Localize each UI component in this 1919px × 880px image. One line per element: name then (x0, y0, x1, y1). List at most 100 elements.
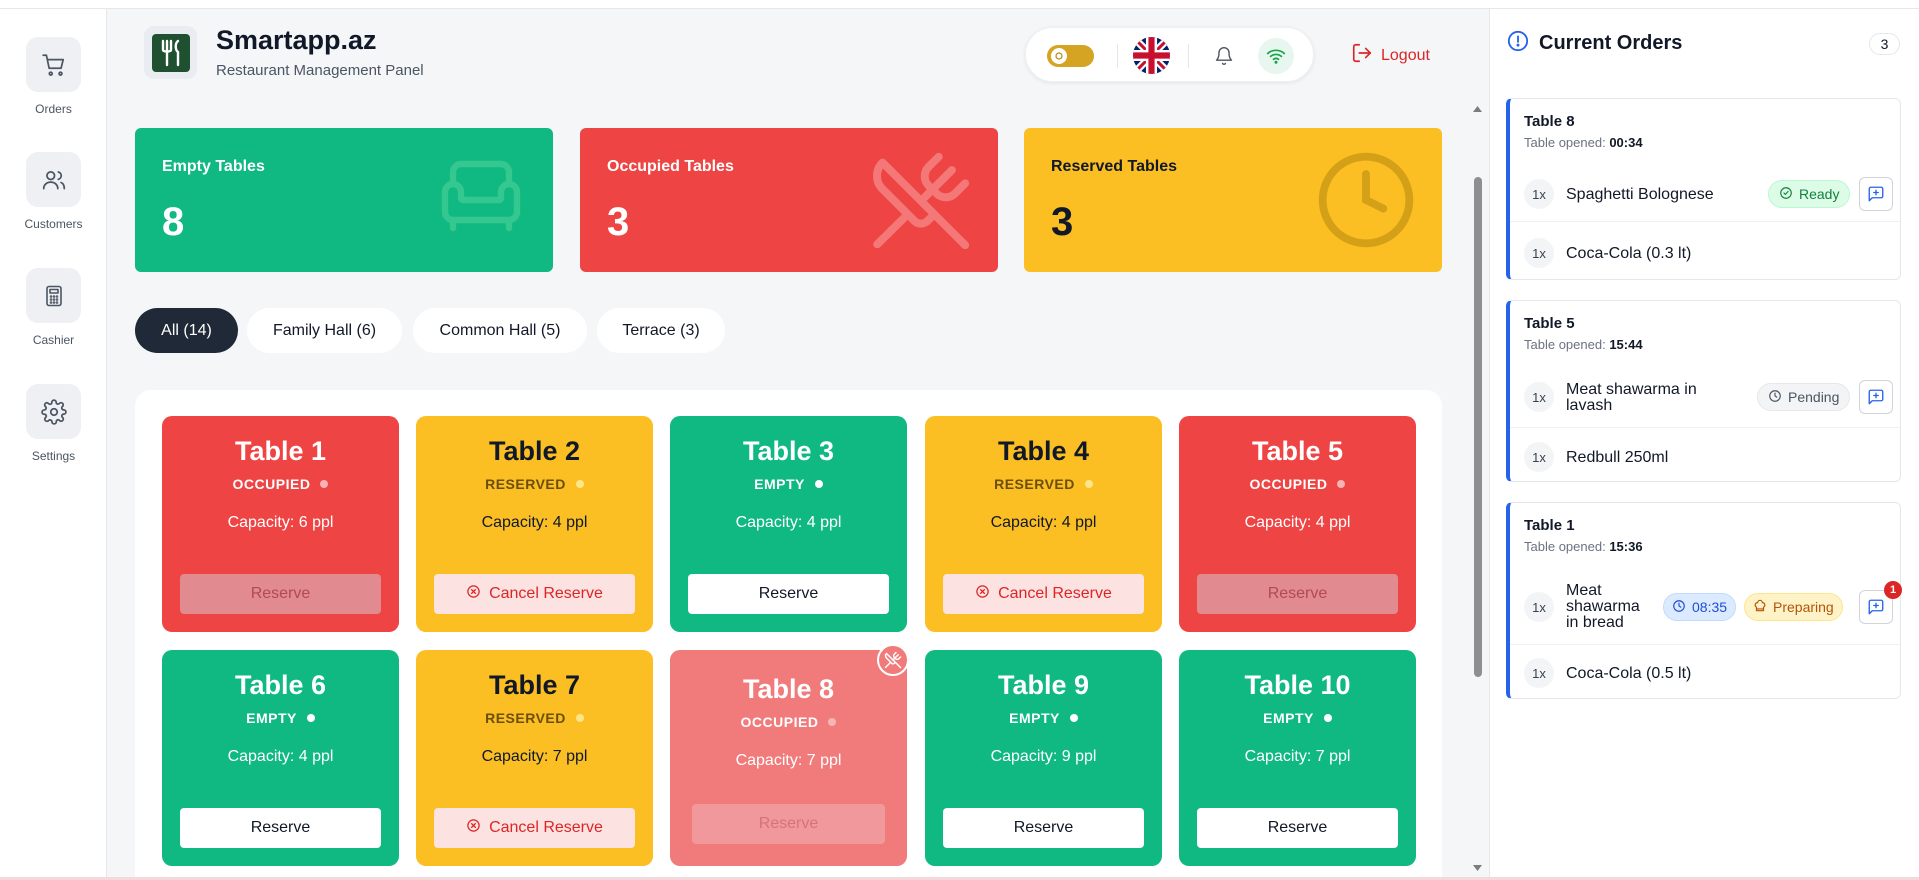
orders-panel-header: Current Orders (1507, 30, 1682, 57)
table-status: OCCUPIED (670, 714, 907, 730)
status-dot (1069, 714, 1078, 722)
table-card-3[interactable]: Table 3 EMPTY Capacity: 4 ppl Reserve (670, 416, 907, 632)
filter-all[interactable]: All (14) (135, 308, 238, 353)
status-dot (814, 480, 823, 488)
reserve-button[interactable]: Reserve (1197, 574, 1398, 614)
table-card-6[interactable]: Table 6 EMPTY Capacity: 4 ppl Reserve (162, 650, 399, 866)
table-status-label: EMPTY (754, 476, 805, 492)
table-status-label: RESERVED (485, 710, 566, 726)
brand-title: Smartapp.az (216, 25, 377, 55)
cart-icon (26, 37, 81, 92)
order-table-name: Table 5 (1524, 315, 1575, 332)
nav-item-customers[interactable]: Customers (0, 152, 107, 231)
table-card-8[interactable]: Table 8 OCCUPIED Capacity: 7 ppl Reserve (670, 644, 909, 866)
timer-badge: 08:35 (1663, 593, 1737, 621)
x-circle-icon (466, 818, 481, 838)
item-divider (1510, 221, 1900, 222)
table-card-5[interactable]: Table 5 OCCUPIED Capacity: 4 ppl Reserve (1179, 416, 1416, 632)
brand-logo (144, 26, 197, 79)
reserve-button[interactable]: Reserve (692, 804, 885, 844)
table-capacity: Capacity: 6 ppl (227, 514, 334, 531)
theme-toggle[interactable] (1047, 45, 1094, 67)
add-note-button[interactable] (1859, 177, 1893, 211)
table-capacity: Capacity: 7 ppl (735, 752, 842, 769)
table-card-1[interactable]: Table 1 OCCUPIED Capacity: 6 ppl Reserve (162, 416, 399, 632)
item-qty: 1x (1524, 238, 1554, 268)
stat-value: 8 (162, 200, 185, 244)
stat-card-empty: Empty Tables 8 (135, 128, 553, 272)
fork-knife-logo-icon (151, 33, 190, 72)
nav-item-cashier[interactable]: Cashier (0, 268, 107, 347)
table-status-label: EMPTY (1263, 710, 1314, 726)
table-capacity: Capacity: 4 ppl (1244, 514, 1351, 531)
status-dot (1084, 480, 1093, 488)
item-name-line: shawarma (1566, 598, 1640, 615)
table-name: Table 4 (997, 436, 1090, 466)
clock-icon (1672, 599, 1686, 616)
filter-family-hall[interactable]: Family Hall (6) (247, 308, 402, 353)
order-card-table-5[interactable]: Table 5 Table opened: 15:44 1x Meat shaw… (1506, 300, 1901, 482)
notification-badge: 1 (1884, 581, 1902, 599)
stat-value: 3 (1051, 200, 1074, 244)
logout-button[interactable]: Logout (1351, 42, 1430, 69)
table-card-7[interactable]: Table 7 RESERVED Capacity: 7 ppl Cancel … (416, 650, 653, 866)
nav-item-orders[interactable]: Orders (0, 37, 107, 116)
window-top-border (0, 0, 1919, 9)
table-card-4[interactable]: Table 4 RESERVED Capacity: 4 ppl Cancel … (925, 416, 1162, 632)
message-plus-icon (1868, 389, 1884, 405)
cancel-reserve-button[interactable]: Cancel Reserve (943, 574, 1144, 614)
table-status: EMPTY (162, 710, 399, 726)
wifi-icon (1258, 38, 1294, 74)
button-label: Reserve (1013, 819, 1074, 836)
order-card-table-1[interactable]: Table 1 Table opened: 15:36 1x Meat shaw… (1506, 502, 1902, 699)
item-name-line: lavash (1566, 397, 1613, 414)
table-card-9[interactable]: Table 9 EMPTY Capacity: 9 ppl Reserve (925, 650, 1162, 866)
filter-common-hall[interactable]: Common Hall (5) (413, 308, 587, 353)
logout-label: Logout (1381, 46, 1430, 64)
table-name: Table 8 (742, 674, 835, 704)
nav-label: Cashier (32, 333, 75, 347)
reserve-button[interactable]: Reserve (1197, 808, 1398, 848)
table-status-label: OCCUPIED (740, 714, 819, 730)
bell-icon[interactable] (1211, 43, 1237, 69)
filter-terrace[interactable]: Terrace (3) (597, 308, 725, 353)
order-card-table-8[interactable]: Table 8 Table opened: 00:34 1x Spaghetti… (1506, 98, 1901, 280)
add-note-button[interactable] (1859, 380, 1893, 414)
opened-label: Table opened: (1524, 539, 1606, 554)
table-name: Table 1 (234, 436, 327, 466)
table-status-label: EMPTY (1009, 710, 1060, 726)
users-icon (26, 152, 81, 207)
reserve-button[interactable]: Reserve (688, 574, 889, 614)
button-label: Cancel Reserve (489, 819, 603, 836)
brand-subtitle: Restaurant Management Panel (216, 62, 424, 79)
add-note-button[interactable]: 1 (1859, 581, 1902, 624)
cancel-reserve-button[interactable]: Cancel Reserve (434, 808, 635, 848)
item-divider (1510, 427, 1900, 428)
opened-label: Table opened: (1524, 135, 1606, 150)
uk-flag-icon[interactable] (1133, 37, 1170, 74)
nav-item-settings[interactable]: Settings (0, 384, 107, 463)
item-name: Meat shawarma in bread (1566, 583, 1640, 631)
opened-time: 00:34 (1609, 135, 1643, 150)
side-navigation: Orders Customers Cashier Settings (0, 9, 107, 877)
reserve-button[interactable]: Reserve (180, 574, 381, 614)
button-label: Reserve (758, 585, 819, 602)
scrollbar-thumb[interactable] (1474, 177, 1482, 677)
stat-card-occupied: Occupied Tables 3 (580, 128, 998, 272)
timer-value: 08:35 (1692, 599, 1728, 615)
reserve-button[interactable]: Reserve (180, 808, 381, 848)
divider (1188, 44, 1189, 68)
table-card-10[interactable]: Table 10 EMPTY Capacity: 7 ppl Reserve (1179, 650, 1416, 866)
item-qty: 1x (1524, 179, 1554, 209)
status-badge-preparing: Preparing (1744, 593, 1843, 621)
item-divider (1510, 644, 1900, 645)
status-dot (828, 718, 837, 726)
cancel-reserve-button[interactable]: Cancel Reserve (434, 574, 635, 614)
item-qty: 1x (1524, 442, 1554, 472)
calculator-icon (26, 268, 81, 323)
table-name: Table 5 (1251, 436, 1344, 466)
table-status: OCCUPIED (162, 476, 399, 492)
table-card-2[interactable]: Table 2 RESERVED Capacity: 4 ppl Cancel … (416, 416, 653, 632)
reserve-button[interactable]: Reserve (943, 808, 1144, 848)
opened-time: 15:44 (1609, 337, 1643, 352)
